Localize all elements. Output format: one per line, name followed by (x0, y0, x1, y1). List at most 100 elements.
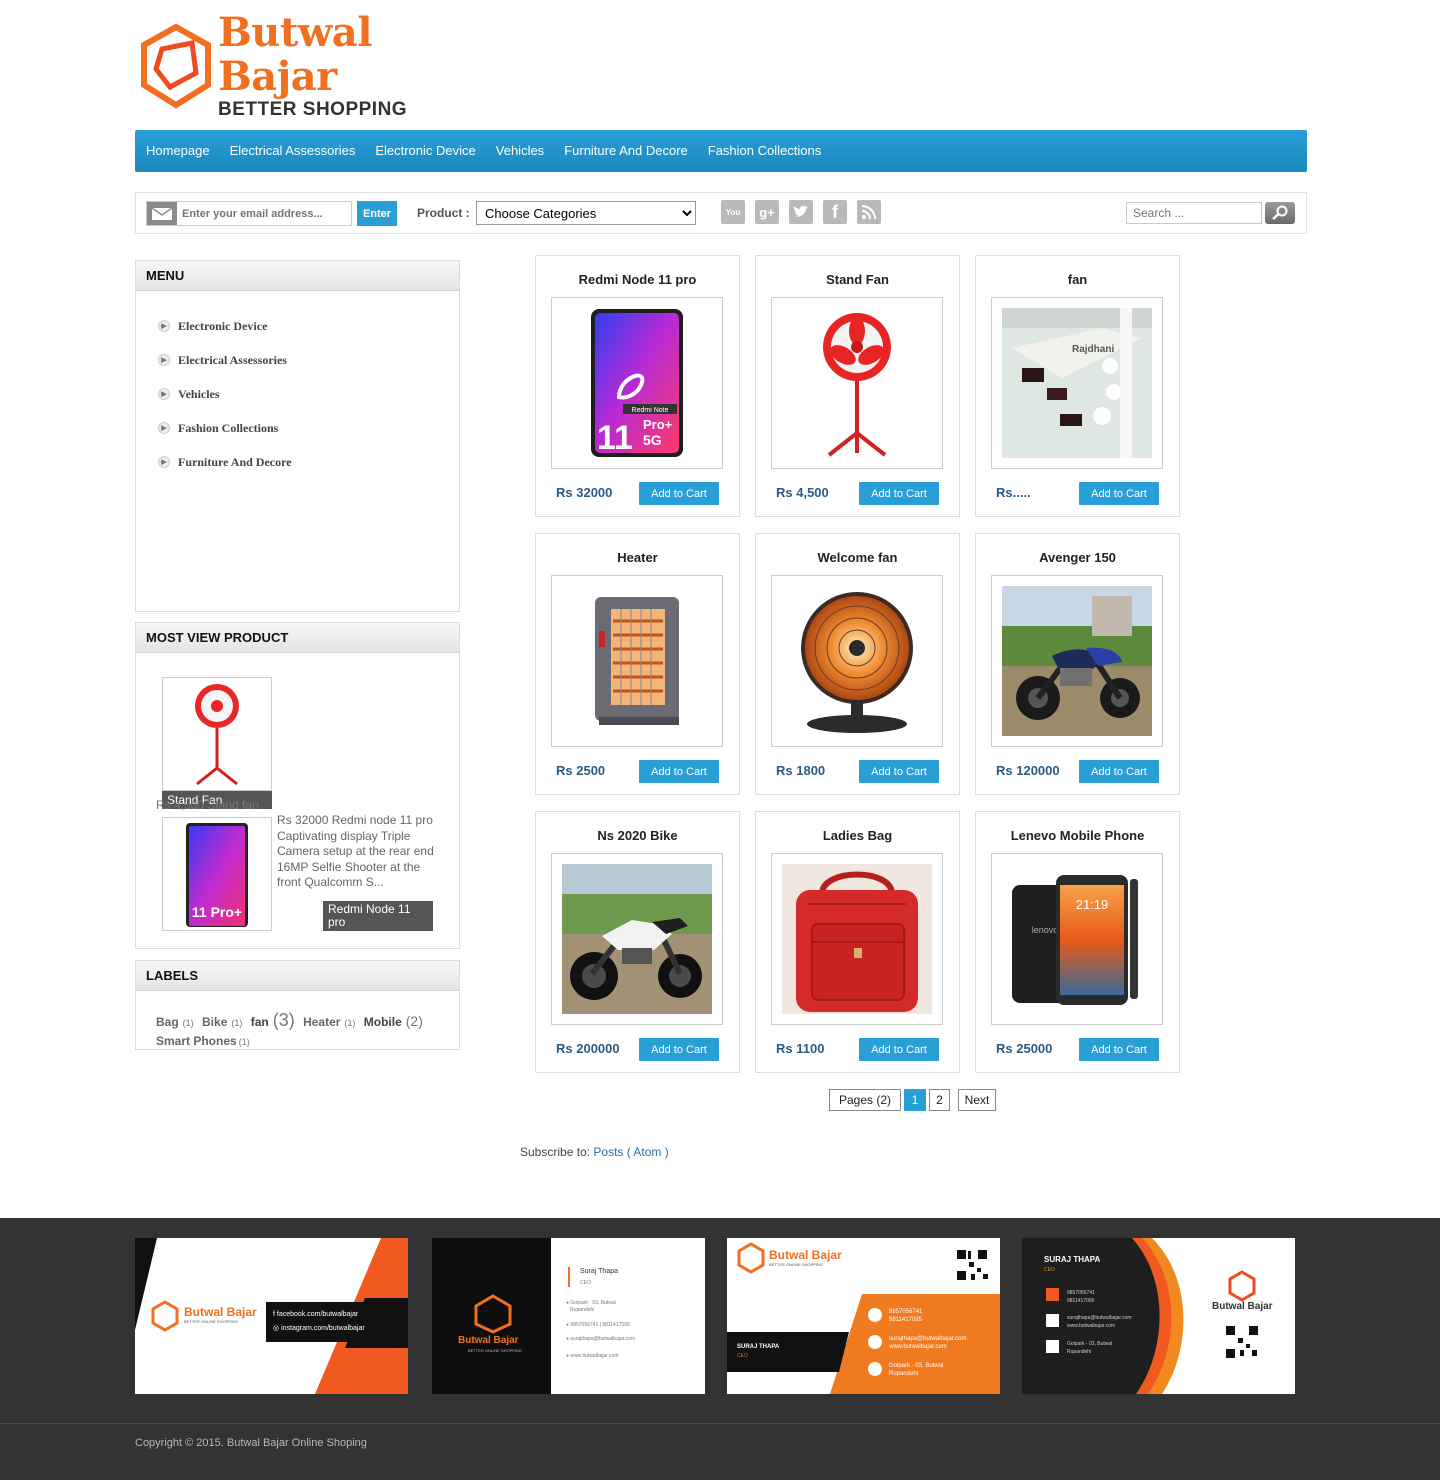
product-price: Rs 1100 (776, 1041, 825, 1056)
product-image[interactable]: Redmi Note 11 Pro+ 5G (551, 297, 723, 469)
footer-card-phone: 9857056741 9811417095 (889, 1308, 922, 1324)
rss-icon[interactable] (857, 200, 881, 224)
most-view-title: MOST VIEW PRODUCT (136, 623, 459, 653)
footer-card-role: CEO (1044, 1267, 1055, 1273)
product-image[interactable]: Rajdhani (991, 297, 1163, 469)
add-to-cart-button[interactable]: Add to Cart (639, 482, 719, 505)
menu-item-fashion-collections[interactable]: ▶ Fashion Collections (158, 411, 459, 445)
add-to-cart-button[interactable]: Add to Cart (859, 482, 939, 505)
search-icon (1272, 205, 1288, 220)
nav-homepage[interactable]: Homepage (136, 130, 220, 172)
add-to-cart-button[interactable]: Add to Cart (859, 760, 939, 783)
product-title[interactable]: Heater (536, 550, 739, 565)
category-select[interactable]: Choose Categories (476, 201, 696, 225)
twitter-icon[interactable] (789, 200, 813, 224)
product-title[interactable]: Avenger 150 (976, 550, 1179, 565)
email-input[interactable] (177, 207, 347, 220)
product-image[interactable] (551, 575, 723, 747)
product-image[interactable] (991, 575, 1163, 747)
arrow-right-icon: ▶ (158, 456, 170, 468)
nav-electronic-device[interactable]: Electronic Device (365, 130, 485, 172)
footer-business-card[interactable]: Butwal Bajar BETTER ONLINE SHOPPING SURA… (727, 1238, 1000, 1394)
footer-card-role: CEO (737, 1353, 748, 1359)
label-mobile[interactable]: Mobile (364, 1015, 402, 1029)
product-image[interactable]: lenovo 21:19 (991, 853, 1163, 1025)
search-button[interactable] (1265, 202, 1295, 224)
product-image[interactable] (551, 853, 723, 1025)
label-bag[interactable]: Bag (156, 1015, 179, 1029)
footer-card-phone-2: 9811417095 (1067, 1298, 1095, 1304)
most-view-thumb-stand-fan[interactable] (162, 677, 272, 791)
footer-card-phone: 9857056741 9811417095 (1067, 1289, 1095, 1305)
most-view-caption[interactable]: Redmi Node 11 pro (323, 901, 433, 931)
menu-widget-title: MENU (136, 261, 459, 291)
footer-card-address-2: Rupandehi (570, 1307, 595, 1313)
footer-card-email-text: surajthapa@butwalbajar.com (1067, 1315, 1132, 1321)
svg-text:11 Pro+: 11 Pro+ (192, 904, 242, 920)
next-page-button[interactable]: Next (958, 1089, 996, 1111)
youtube-icon[interactable]: You (721, 200, 745, 224)
footer-card-phone-1: 9857056741 (1067, 1290, 1095, 1296)
product-title[interactable]: Welcome fan (756, 550, 959, 565)
nav-furniture-and-decore[interactable]: Furniture And Decore (554, 130, 698, 172)
label-heater[interactable]: Heater (303, 1015, 340, 1029)
footer-card-email-text: surajthapa@butwalbajar.com (570, 1336, 635, 1342)
menu-item-vehicles[interactable]: ▶ Vehicles (158, 377, 459, 411)
label-fan[interactable]: fan (251, 1015, 269, 1029)
svg-text:Pro+: Pro+ (643, 417, 673, 432)
add-to-cart-button[interactable]: Add to Cart (1079, 760, 1159, 783)
most-view-thumb-redmi[interactable]: 11 Pro+ (162, 817, 272, 931)
menu-widget: MENU ▶ Electronic Device ▶ Electrical Asse… (135, 260, 460, 612)
arrow-right-icon: ▶ (158, 354, 170, 366)
label-smart-phones[interactable]: Smart Phones (156, 1034, 237, 1048)
footer-business-card[interactable]: Butwal Bajar BETTER ONLINE SHOPPING f fa… (135, 1238, 408, 1394)
facebook-icon[interactable]: f (823, 200, 847, 224)
page-2-button[interactable]: 2 (929, 1089, 950, 1111)
most-view-snippet: Rs 4,500 Stand fan (156, 798, 259, 812)
site-logo[interactable]: Butwal Bajar BETTER SHOPPING (140, 11, 485, 120)
menu-item-electronic-device[interactable]: ▶ Electronic Device (158, 309, 459, 343)
add-to-cart-button[interactable]: Add to Cart (639, 760, 719, 783)
product-title[interactable]: Stand Fan (756, 272, 959, 287)
product-title[interactable]: Ladies Bag (756, 828, 959, 843)
product-title[interactable]: Lenevo Mobile Phone (976, 828, 1179, 843)
footer-business-card[interactable]: Butwal Bajar BETTER ONLINE SHOPPING Sura… (432, 1238, 705, 1394)
product-price: Rs 200000 (556, 1041, 620, 1056)
label-count: (1) (238, 1037, 250, 1047)
page-1-button[interactable]: 1 (904, 1089, 926, 1111)
product-title[interactable]: Ns 2020 Bike (536, 828, 739, 843)
product-image[interactable] (771, 297, 943, 469)
google-plus-icon[interactable]: g+ (755, 200, 779, 224)
add-to-cart-button[interactable]: Add to Cart (859, 1038, 939, 1061)
subscribe-atom-link[interactable]: Posts ( Atom ) (593, 1145, 668, 1159)
footer-card-email: surajthapa@butwalbajar.com www.butwalbaja… (889, 1335, 966, 1351)
footer-card-email: surajthapa@butwalbajar.com www.butwalbaja… (1067, 1314, 1132, 1330)
product-title[interactable]: Redmi Node 11 pro (536, 272, 739, 287)
add-to-cart-button[interactable]: Add to Cart (639, 1038, 719, 1061)
nav-electrical-assessories[interactable]: Electrical Assessories (220, 130, 366, 172)
footer-card-email-text: surajthapa@butwalbajar.com (889, 1336, 967, 1342)
search-input[interactable] (1126, 202, 1262, 224)
product-image[interactable] (771, 853, 943, 1025)
product-card: Stand Fan Rs 4,500 Add to Cart (755, 255, 960, 517)
svg-text:21:19: 21:19 (1076, 897, 1109, 912)
footer-card-web-text: www.butwalbajar.com (570, 1353, 619, 1359)
footer-card-sub: BETTER ONLINE SHOPPING (769, 1262, 824, 1267)
footer-card-sub: BETTER ONLINE SHOPPING (468, 1348, 523, 1353)
add-to-cart-button[interactable]: Add to Cart (1079, 482, 1159, 505)
footer-card-role: CEO (580, 1280, 591, 1286)
label-bike[interactable]: Bike (202, 1015, 227, 1029)
svg-text:11: 11 (597, 419, 633, 457)
footer-business-card[interactable]: Butwal Bajar SURAJ THAPA CEO 9857056741 9… (1022, 1238, 1295, 1394)
footer-card-address: Golpark - 03, Butwal Rupandehi (1067, 1340, 1112, 1356)
labels-widget: LABELS Bag (1) Bike (1) fan (3) Heater (1) M… (135, 960, 460, 1050)
nav-vehicles[interactable]: Vehicles (486, 130, 554, 172)
product-image[interactable] (771, 575, 943, 747)
nav-fashion-collections[interactable]: Fashion Collections (698, 130, 831, 172)
menu-item-furniture-and-decore[interactable]: ▶ Furniture And Decore (158, 445, 459, 479)
menu-item-electrical-assessories[interactable]: ▶ Electrical Assessories (158, 343, 459, 377)
add-to-cart-button[interactable]: Add to Cart (1079, 1038, 1159, 1061)
menu-item-label: Electrical Assessories (178, 352, 287, 367)
enter-button[interactable]: Enter (357, 201, 397, 226)
product-title[interactable]: fan (976, 272, 1179, 287)
